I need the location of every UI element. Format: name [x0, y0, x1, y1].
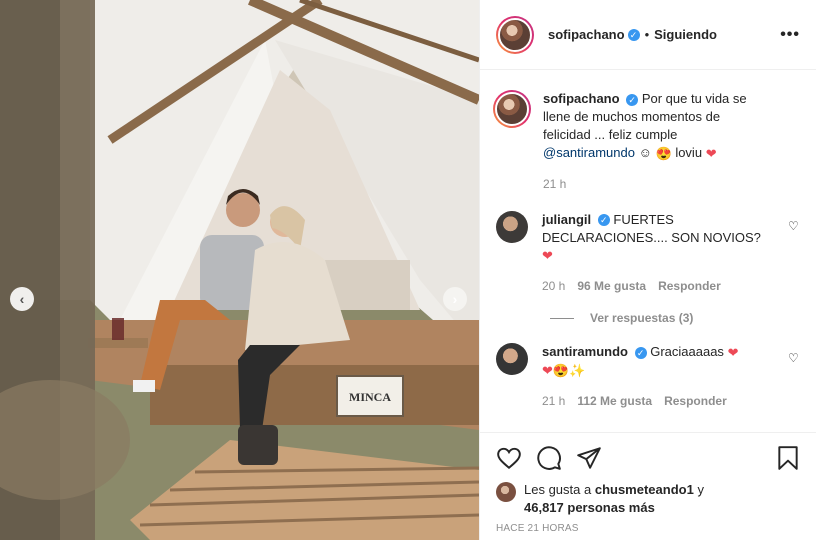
reply-button[interactable]: Responder [658, 277, 721, 295]
heart-icon[interactable] [496, 445, 522, 471]
previous-photo-button[interactable]: ‹ [10, 287, 34, 311]
comment-meta: 21 h 112 Me gusta Responder [542, 392, 762, 410]
following-button[interactable]: Siguiendo [654, 27, 717, 42]
liker-avatar[interactable] [496, 482, 516, 502]
likes-prefix: Les gusta a [524, 482, 592, 497]
post-photo: MINCA ‹ › [0, 0, 479, 540]
next-photo-button[interactable]: › [443, 287, 467, 311]
red-heart-emoji: ❤ [542, 248, 553, 264]
comment-meta: 20 h 96 Me gusta Responder [542, 277, 762, 295]
likes-count[interactable]: 46,817 personas más [524, 500, 655, 515]
replies-divider-line [550, 317, 574, 319]
more-options-icon[interactable]: ••• [780, 26, 800, 44]
caption-text-part3: loviu [675, 145, 703, 160]
comment-likes[interactable]: 96 Me gusta [577, 277, 646, 295]
caption-text-part2: ☺ [638, 145, 652, 160]
verified-badge-icon: ✓ [597, 214, 610, 227]
action-icons-row [496, 443, 801, 473]
separator-dot: • [644, 27, 650, 42]
view-replies-button[interactable]: Ver respuestas (3) [550, 311, 800, 325]
comment-time[interactable]: 21 h [542, 392, 565, 410]
liker-username[interactable]: chusmeteando1 [595, 482, 694, 497]
post-actions: Les gusta a chusmeteando1 y 46,817 perso… [480, 432, 816, 540]
comments-list: sofipachano ✓ Por que tu vida se llene d… [480, 70, 816, 430]
caption-username[interactable]: sofipachano [543, 91, 620, 106]
verified-badge-icon: ✓ [627, 28, 640, 41]
comment-likes[interactable]: 112 Me gusta [577, 392, 652, 410]
emoji-line: ❤😍✨ [542, 363, 586, 379]
comment-username[interactable]: juliangil [542, 212, 591, 227]
red-heart-emoji: ❤ [705, 145, 717, 161]
comment-text: juliangil ✓ FUERTES DECLARACIONES.... SO… [542, 211, 762, 266]
heart-eyes-emoji: 😍 [655, 145, 672, 161]
like-comment-heart-icon[interactable]: ♡ [788, 219, 800, 233]
caption-meta: 21 h [543, 175, 763, 193]
comment-text: santiramundo ✓ Graciaaaaas ❤ ❤😍✨ [542, 343, 762, 380]
photo-sign-text: MINCA [349, 390, 391, 404]
caption-time[interactable]: 21 h [543, 175, 566, 193]
caption-mention-link[interactable]: @santiramundo [543, 145, 635, 160]
comment-time[interactable]: 20 h [542, 277, 565, 295]
comment-username[interactable]: santiramundo [542, 344, 628, 359]
likes-text: Les gusta a chusmeteando1 y 46,817 perso… [524, 481, 704, 517]
like-comment-heart-icon[interactable]: ♡ [788, 351, 800, 365]
comment-body: Graciaaaaas [650, 344, 724, 360]
caption-text: sofipachano ✓ Por que tu vida se llene d… [543, 90, 763, 163]
red-heart-emoji: ❤ [727, 344, 739, 360]
likes-joiner: y [697, 482, 704, 497]
reply-button[interactable]: Responder [664, 392, 727, 410]
comment-item: juliangil ✓ FUERTES DECLARACIONES.... SO… [496, 210, 800, 296]
comment-item: santiramundo ✓ Graciaaaaas ❤ ❤😍✨ 21 h 11… [496, 343, 800, 410]
caption-avatar[interactable] [493, 90, 531, 128]
verified-badge-icon: ✓ [626, 93, 639, 106]
commenter-avatar[interactable] [496, 210, 528, 243]
commenter-avatar[interactable] [496, 343, 528, 376]
post-timestamp[interactable]: HACE 21 HORAS [496, 523, 801, 534]
view-replies-label: Ver respuestas (3) [590, 311, 694, 326]
author-username[interactable]: sofipachano [548, 27, 625, 42]
author-avatar[interactable] [496, 15, 534, 54]
likes-summary: Les gusta a chusmeteando1 y 46,817 perso… [496, 481, 801, 517]
verified-badge-icon: ✓ [634, 346, 647, 359]
post-side-panel: sofipachano ✓ • Siguiendo ••• sofipachan… [479, 0, 816, 540]
share-icon[interactable] [576, 445, 602, 471]
photo-illustration: MINCA [0, 0, 479, 540]
caption: sofipachano ✓ Por que tu vida se llene d… [493, 90, 800, 193]
bookmark-icon[interactable] [775, 445, 801, 471]
comment-icon[interactable] [536, 445, 562, 471]
post-header: sofipachano ✓ • Siguiendo ••• [480, 0, 816, 70]
